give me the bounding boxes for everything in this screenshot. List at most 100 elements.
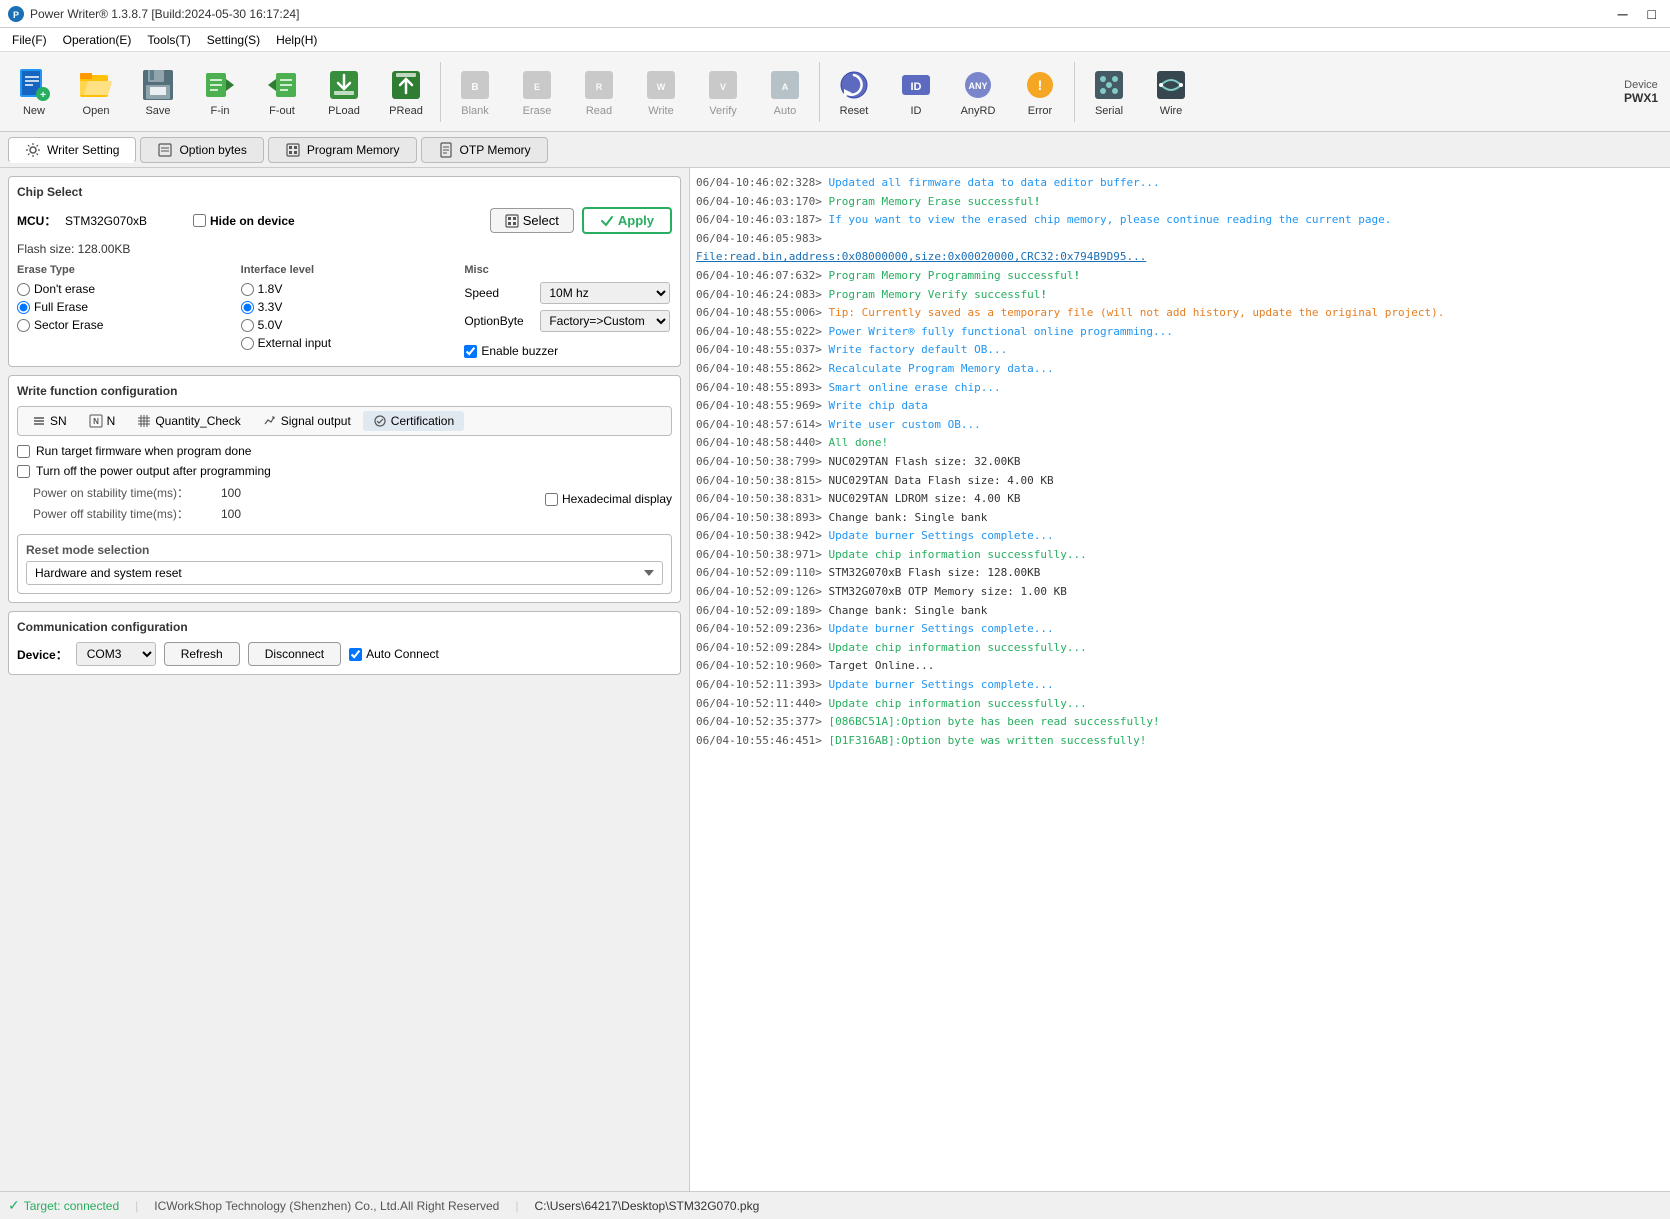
interface-external-radio[interactable] — [241, 337, 254, 350]
tab-otp-memory[interactable]: OTP Memory — [421, 137, 548, 163]
toolbar-anyrd-button[interactable]: ANY AnyRD — [948, 57, 1008, 127]
toolbar-new-button[interactable]: + New — [4, 57, 64, 127]
toolbar: + New Open Save — [0, 52, 1670, 132]
save-icon — [140, 67, 176, 103]
misc-col: Misc Speed 10M hz 1M hz 5M hz 20M hz — [464, 264, 672, 358]
log-entry-20: 06/04-10:50:38:942> Update burner Settin… — [696, 527, 1664, 545]
toolbar-id-button[interactable]: ID ID — [886, 57, 946, 127]
toolbar-serial-button[interactable]: Serial — [1079, 57, 1139, 127]
run-firmware-checkbox[interactable] — [17, 445, 30, 458]
menu-setting[interactable]: Setting(S) — [199, 31, 268, 49]
error-icon: ! — [1022, 67, 1058, 103]
chip-select-title: Chip Select — [17, 185, 672, 199]
interface-5v[interactable]: 5.0V — [241, 318, 449, 332]
log-entry-29: 06/04-10:52:11:440> Update chip informat… — [696, 695, 1664, 713]
right-panel: 06/04-10:46:02:328> Updated all firmware… — [690, 168, 1670, 1191]
toolbar-error-button[interactable]: ! Error — [1010, 57, 1070, 127]
toolbar-fout-button[interactable]: F-out — [252, 57, 312, 127]
toolbar-reset-button[interactable]: Reset — [824, 57, 884, 127]
hide-device-checkbox[interactable] — [193, 214, 206, 227]
wf-tab-signal[interactable]: Signal output — [253, 411, 361, 431]
toolbar-wire-button[interactable]: Wire — [1141, 57, 1201, 127]
turn-off-power-checkbox[interactable] — [17, 465, 30, 478]
optionbyte-select[interactable]: Factory=>Custom Custom=>Factory Keep — [540, 310, 670, 332]
log-area: 06/04-10:46:02:328> Updated all firmware… — [690, 168, 1670, 1191]
erase-dont-erase[interactable]: Don't erase — [17, 282, 225, 296]
run-firmware-row[interactable]: Run target firmware when program done — [17, 444, 672, 458]
log-entry-31: 06/04-10:55:46:451> [D1F316AB]:Option by… — [696, 732, 1664, 750]
toolbar-pload-button[interactable]: PLoad — [314, 57, 374, 127]
erase-full-erase[interactable]: Full Erase — [17, 300, 225, 314]
log-entry-30: 06/04-10:52:35:377> [086BC51A]:Option by… — [696, 713, 1664, 731]
interface-1v8-radio[interactable] — [241, 283, 254, 296]
erase-dont-erase-radio[interactable] — [17, 283, 30, 296]
toolbar-fin-button[interactable]: F-in — [190, 57, 250, 127]
optionbyte-label: OptionByte — [464, 314, 534, 328]
enable-buzzer-row[interactable]: Enable buzzer — [464, 344, 672, 358]
hex-display-row[interactable]: Hexadecimal display — [545, 492, 672, 506]
log-entry-5: File:read.bin,address:0x08000000,size:0x… — [696, 248, 1664, 266]
erase-sector-erase-radio[interactable] — [17, 319, 30, 332]
menu-help[interactable]: Help(H) — [268, 31, 325, 49]
erase-full-erase-radio[interactable] — [17, 301, 30, 314]
disconnect-button[interactable]: Disconnect — [248, 642, 341, 666]
hide-device-label[interactable]: Hide on device — [210, 214, 295, 228]
toolbar-verify-button[interactable]: V Verify — [693, 57, 753, 127]
minimize-button[interactable]: ─ — [1612, 4, 1634, 24]
log-entry-10: 06/04-10:48:55:037> Write factory defaul… — [696, 341, 1664, 359]
apply-button[interactable]: Apply — [582, 207, 672, 234]
toolbar-write-button[interactable]: W Write — [631, 57, 691, 127]
wf-tab-sn[interactable]: SN — [22, 411, 77, 431]
log-entry-18: 06/04-10:50:38:831> NUC029TAN LDROM size… — [696, 490, 1664, 508]
communication-section: Communication configuration Device： COM3… — [8, 611, 681, 675]
serial-icon — [1091, 67, 1127, 103]
erase-sector-erase[interactable]: Sector Erase — [17, 318, 225, 332]
power-on-label: Power on stability time(ms)： — [33, 484, 213, 501]
wf-tab-n[interactable]: N N — [79, 411, 126, 431]
stability-times: Power on stability time(ms)： 100 Power o… — [17, 484, 241, 526]
memory-icon — [285, 142, 301, 158]
reset-mode-select[interactable]: Hardware and system reset Software reset… — [26, 561, 663, 585]
speed-select[interactable]: 10M hz 1M hz 5M hz 20M hz — [540, 282, 670, 304]
turn-off-power-row[interactable]: Turn off the power output after programm… — [17, 464, 672, 478]
toolbar-auto-button[interactable]: A Auto — [755, 57, 815, 127]
auto-connect-row[interactable]: Auto Connect — [349, 647, 439, 661]
tab-otp-memory-label: OTP Memory — [460, 143, 531, 157]
menu-file[interactable]: File(F) — [4, 31, 55, 49]
comm-device-select[interactable]: COM3 COM1 COM2 — [76, 642, 156, 666]
interface-3v3[interactable]: 3.3V — [241, 300, 449, 314]
tab-option-bytes[interactable]: Option bytes — [140, 137, 263, 163]
erase-dont-erase-label: Don't erase — [34, 282, 95, 296]
open-icon — [78, 67, 114, 103]
interface-3v3-radio[interactable] — [241, 301, 254, 314]
log-entry-27: 06/04-10:52:10:960> Target Online... — [696, 657, 1664, 675]
menu-operation[interactable]: Operation(E) — [55, 31, 140, 49]
enable-buzzer-checkbox[interactable] — [464, 345, 477, 358]
log-entry-1: 06/04-10:46:02:328> Updated all firmware… — [696, 174, 1664, 192]
wf-tab-quantity[interactable]: Quantity_Check — [127, 411, 250, 431]
toolbar-open-button[interactable]: Open — [66, 57, 126, 127]
toolbar-pread-button[interactable]: PRead — [376, 57, 436, 127]
wf-tab-certification[interactable]: Certification — [363, 411, 464, 431]
log-entry-6: 06/04-10:46:07:632> Program Memory Progr… — [696, 267, 1664, 285]
toolbar-read-button[interactable]: R Read — [569, 57, 629, 127]
interface-5v-radio[interactable] — [241, 319, 254, 332]
refresh-button[interactable]: Refresh — [164, 642, 240, 666]
auto-connect-checkbox[interactable] — [349, 648, 362, 661]
hex-display-checkbox[interactable] — [545, 493, 558, 506]
toolbar-save-button[interactable]: Save — [128, 57, 188, 127]
toolbar-erase-button[interactable]: E Erase — [507, 57, 567, 127]
reset-mode-section-label: Reset mode selection — [26, 543, 663, 557]
menu-tools[interactable]: Tools(T) — [139, 31, 198, 49]
select-button[interactable]: Select — [490, 208, 574, 233]
toolbar-blank-button[interactable]: B Blank — [445, 57, 505, 127]
toolbar-id-label: ID — [911, 105, 922, 117]
interface-external[interactable]: External input — [241, 336, 449, 350]
maximize-button[interactable]: □ — [1642, 4, 1662, 24]
tab-writer-setting[interactable]: Writer Setting — [8, 137, 136, 163]
tab-bar: Writer Setting Option bytes Program Memo… — [0, 132, 1670, 168]
communication-row: Device： COM3 COM1 COM2 Refresh Disconnec… — [17, 642, 672, 666]
tab-program-memory[interactable]: Program Memory — [268, 137, 417, 163]
interface-1v8[interactable]: 1.8V — [241, 282, 449, 296]
certification-icon — [373, 414, 387, 428]
